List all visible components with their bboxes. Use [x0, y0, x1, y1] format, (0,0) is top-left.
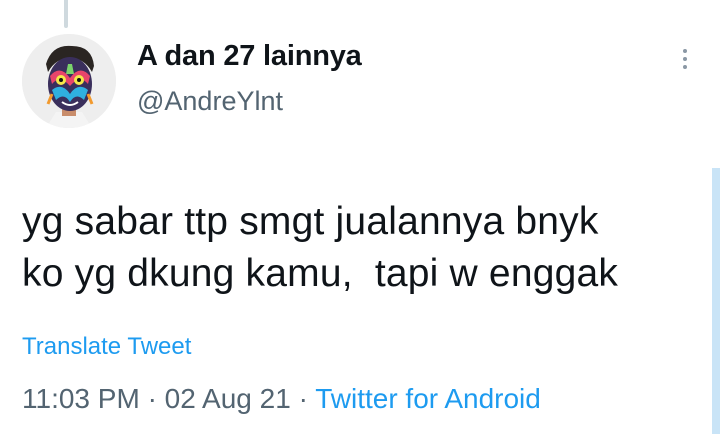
meta-separator: · [147, 383, 165, 414]
vertical-ellipsis-icon [683, 65, 687, 69]
tweet-time[interactable]: 11:03 PM [22, 383, 140, 414]
tweet-metadata: 11:03 PM · 02 Aug 21 · Twitter for Andro… [22, 383, 541, 415]
author-display-name[interactable]: A dan 27 lainnya [137, 40, 362, 73]
meta-separator: · [298, 383, 316, 414]
thread-connector-line [64, 0, 68, 28]
tweet-text: yg sabar ttp smgt jualannya bnyk ko yg d… [22, 196, 702, 300]
translate-tweet-link[interactable]: Translate Tweet [22, 333, 191, 361]
tweet-date[interactable]: 02 Aug 21 [165, 383, 291, 414]
avatar[interactable] [22, 34, 116, 128]
author-handle[interactable]: @AndreYlnt [137, 86, 283, 117]
scroll-edge-highlight [712, 168, 720, 434]
tweet-source-link[interactable]: Twitter for Android [315, 383, 541, 414]
vertical-ellipsis-icon [683, 57, 687, 61]
tweet-text-line: ko yg dkung kamu, tapi w enggak [22, 252, 619, 295]
tweet-text-line: yg sabar ttp smgt jualannya bnyk [22, 200, 599, 243]
more-options-button[interactable] [672, 44, 698, 74]
profile-photo-icon [22, 34, 116, 128]
vertical-ellipsis-icon [683, 49, 687, 53]
